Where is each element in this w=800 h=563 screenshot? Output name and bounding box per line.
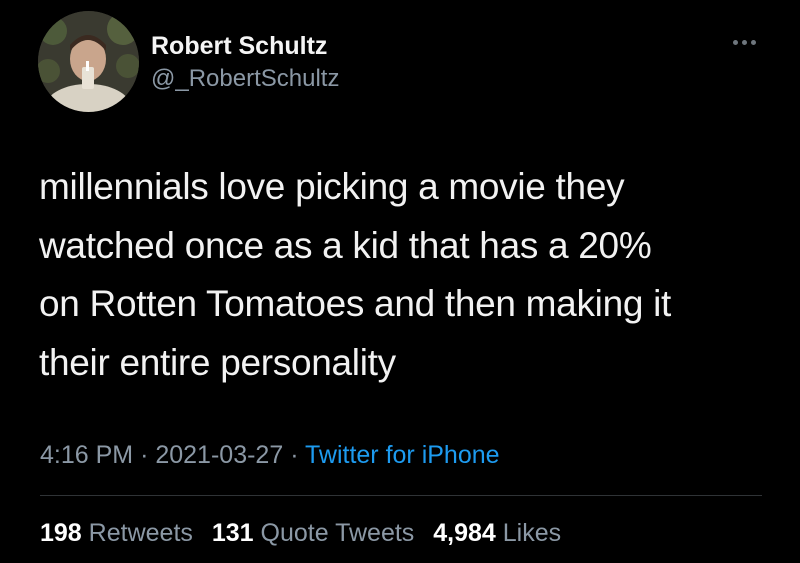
- quote-tweets-stat[interactable]: 131 Quote Tweets: [212, 518, 414, 548]
- retweets-count: 198: [40, 519, 82, 547]
- tweet-stats: 198 Retweets 131 Quote Tweets 4,984 Like…: [40, 518, 573, 548]
- tweet-text-line: millennials love picking a movie they: [39, 166, 625, 207]
- likes-count: 4,984: [433, 519, 496, 547]
- tweet-card: Robert Schultz @_RobertSchultz millennia…: [0, 0, 800, 563]
- quote-tweets-label: Quote Tweets: [260, 519, 415, 547]
- quote-tweets-count: 131: [211, 519, 254, 547]
- more-horizontal-icon-dot: [750, 39, 756, 45]
- more-horizontal-icon-dot: [741, 39, 747, 45]
- tweet-source-link[interactable]: Twitter for iPhone: [305, 441, 500, 469]
- author-handle[interactable]: @_RobertSchultz: [151, 64, 339, 94]
- avatar-photo: [38, 11, 139, 112]
- tweet-text-line: watched once as a kid that has a 20%: [39, 224, 652, 266]
- tweet-metadata: 4:16 PM · 2021-03-27 · Twitter for iPhon…: [40, 440, 500, 470]
- likes-label: Likes: [502, 519, 562, 547]
- tweet-time[interactable]: 4:16 PM: [40, 441, 133, 469]
- retweets-stat[interactable]: 198 Retweets: [40, 518, 193, 548]
- tweet-text-line: on Rotten Tomatoes and then making it: [39, 283, 672, 324]
- meta-separator: ·: [140, 441, 149, 469]
- retweets-label: Retweets: [88, 519, 193, 547]
- tweet-text: millennials love picking a movie they wa…: [39, 158, 769, 392]
- likes-stat[interactable]: 4,984 Likes: [433, 518, 561, 548]
- avatar[interactable]: [38, 11, 139, 112]
- meta-separator: ·: [290, 441, 299, 469]
- tweet-date[interactable]: 2021-03-27: [155, 441, 283, 469]
- more-options-button[interactable]: [724, 30, 764, 54]
- divider: [40, 495, 762, 496]
- tweet-text-line: their entire personality: [39, 341, 396, 383]
- more-horizontal-icon: [732, 39, 738, 45]
- author-name[interactable]: Robert Schultz: [151, 31, 327, 61]
